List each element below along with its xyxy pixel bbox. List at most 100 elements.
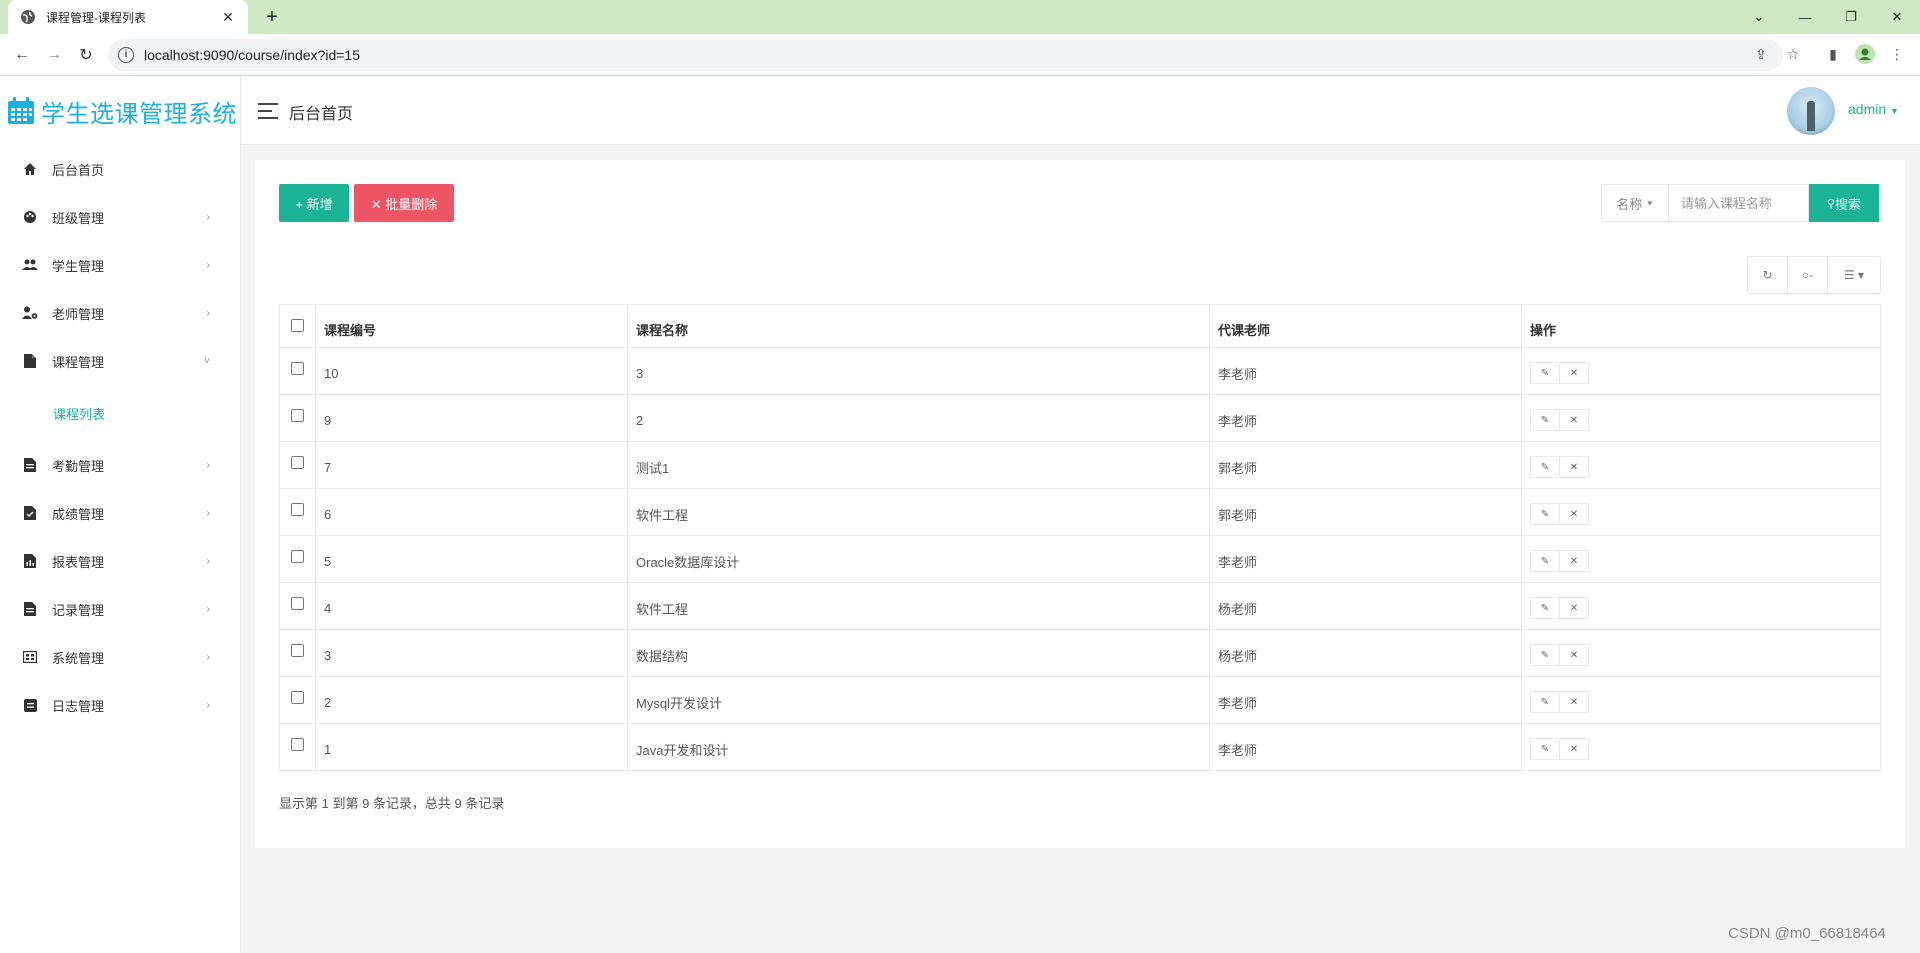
cell-id: 9	[315, 394, 628, 442]
cell-id: 2	[315, 676, 628, 724]
add-button[interactable]: + 新增	[279, 184, 349, 222]
row-checkbox[interactable]	[291, 738, 304, 751]
edit-icon[interactable]: ✎	[1530, 503, 1560, 525]
row-checkbox[interactable]	[291, 456, 304, 469]
batch-delete-button[interactable]: ✕ 批量删除	[354, 184, 454, 222]
share-icon[interactable]: ⇪	[1750, 43, 1772, 65]
minimize-icon[interactable]: —	[1782, 0, 1828, 34]
refresh-icon[interactable]: ↻	[1748, 257, 1788, 293]
sidebar-item-logs[interactable]: 日志管理 ›	[0, 681, 240, 729]
breadcrumb[interactable]: 后台首页	[289, 100, 353, 124]
profile-icon[interactable]	[1854, 43, 1876, 65]
table-tools: ↻ ○- ☰ ▾	[1747, 256, 1881, 294]
cell-name: 3	[627, 347, 1210, 395]
delete-icon[interactable]: ✕	[1559, 362, 1589, 384]
address-bar[interactable]: i localhost:9090/course/index?id=15	[108, 39, 1783, 71]
cell-id: 3	[315, 629, 628, 677]
row-checkbox-cell	[279, 629, 316, 677]
avatar[interactable]	[1787, 87, 1835, 135]
sidebar-item-system[interactable]: 系统管理 ›	[0, 633, 240, 681]
sidebar-item-attendance[interactable]: 考勤管理 ›	[0, 441, 240, 489]
tab-close-icon[interactable]: ✕	[220, 9, 236, 26]
select-all-cell	[279, 304, 316, 348]
sidebar-item-records[interactable]: 记录管理 ›	[0, 585, 240, 633]
delete-icon[interactable]: ✕	[1559, 503, 1589, 525]
window-close-icon[interactable]: ✕	[1874, 0, 1920, 34]
cell-actions: ✎ ✕	[1521, 347, 1881, 395]
tab-title: 课程管理-课程列表	[46, 10, 146, 25]
edit-icon[interactable]: ✎	[1530, 456, 1560, 478]
edit-icon[interactable]: ✎	[1530, 550, 1560, 572]
sidebar-subitem-course-list[interactable]: 课程列表	[0, 385, 240, 441]
sidebar-item-teacher[interactable]: 老师管理 ›	[0, 289, 240, 337]
edit-icon[interactable]: ✎	[1530, 362, 1560, 384]
table-row: 7 测试1 郭老师 ✎ ✕	[279, 441, 1881, 489]
browser-tab-strip: 课程管理-课程列表 ✕ + ⌄ — ❐ ✕	[0, 0, 1920, 34]
toggle-search-icon[interactable]: ○-	[1788, 257, 1828, 293]
cell-actions: ✎ ✕	[1521, 488, 1881, 536]
row-checkbox[interactable]	[291, 362, 304, 375]
restore-icon[interactable]: ❐	[1828, 0, 1874, 34]
side-panel-icon[interactable]: ▮	[1822, 43, 1844, 65]
app-header	[0, 77, 1920, 145]
edit-icon[interactable]: ✎	[1530, 409, 1560, 431]
new-tab-icon[interactable]: +	[260, 5, 284, 29]
chevron-right-icon: ›	[206, 259, 210, 271]
delete-icon[interactable]: ✕	[1559, 597, 1589, 619]
sidebar-item-label: 班级管理	[52, 210, 105, 226]
edit-icon[interactable]: ✎	[1530, 691, 1560, 713]
delete-icon[interactable]: ✕	[1559, 550, 1589, 572]
sidebar-item-class[interactable]: 班级管理 ›	[0, 193, 240, 241]
row-checkbox[interactable]	[291, 597, 304, 610]
file-icon	[22, 353, 38, 369]
user-menu[interactable]: admin ▼	[1848, 101, 1899, 117]
delete-icon[interactable]: ✕	[1559, 456, 1589, 478]
row-checkbox[interactable]	[291, 503, 304, 516]
delete-icon[interactable]: ✕	[1559, 644, 1589, 666]
col-course-id[interactable]: 课程编号	[315, 304, 628, 348]
row-checkbox-cell	[279, 394, 316, 442]
content-panel: + 新增 ✕ 批量删除 名称 ▼ ⚲搜索 ↻ ○- ☰ ▾ 课程编号 课程名称 …	[255, 160, 1905, 848]
cell-teacher: 李老师	[1209, 394, 1522, 442]
tab-search-icon[interactable]: ⌄	[1736, 0, 1782, 34]
site-info-icon[interactable]: i	[118, 47, 134, 63]
sidebar-item-home[interactable]: 后台首页	[0, 145, 240, 193]
delete-icon[interactable]: ✕	[1559, 691, 1589, 713]
bookmark-star-icon[interactable]: ☆	[1782, 43, 1804, 65]
edit-icon[interactable]: ✎	[1530, 644, 1560, 666]
row-checkbox[interactable]	[291, 691, 304, 704]
row-checkbox[interactable]	[291, 409, 304, 422]
browser-tab[interactable]: 课程管理-课程列表 ✕	[8, 0, 248, 34]
search-input[interactable]	[1669, 184, 1809, 222]
edit-icon[interactable]: ✎	[1530, 738, 1560, 760]
row-checkbox[interactable]	[291, 644, 304, 657]
cell-id: 6	[315, 488, 628, 536]
chevron-right-icon: ›	[206, 307, 210, 319]
sidebar-item-course[interactable]: 课程管理 ˅	[0, 337, 240, 385]
app-logo[interactable]: 学生选课管理系统	[6, 91, 237, 131]
select-all-checkbox[interactable]	[291, 319, 304, 332]
sidebar-item-reports[interactable]: 报表管理 ›	[0, 537, 240, 585]
columns-icon[interactable]: ☰ ▾	[1828, 257, 1880, 293]
back-icon[interactable]: ←	[10, 43, 34, 67]
table-row: 6 软件工程 郭老师 ✎ ✕	[279, 488, 1881, 536]
chevron-right-icon: ›	[206, 211, 210, 223]
cell-name: 软件工程	[627, 488, 1210, 536]
table-row: 5 Oracle数据库设计 李老师 ✎ ✕	[279, 535, 1881, 583]
sidebar-item-student[interactable]: 学生管理 ›	[0, 241, 240, 289]
sidebar-item-label: 老师管理	[52, 306, 105, 322]
row-checkbox[interactable]	[291, 550, 304, 563]
delete-icon[interactable]: ✕	[1559, 738, 1589, 760]
col-teacher[interactable]: 代课老师	[1209, 304, 1522, 348]
search-button[interactable]: ⚲ 搜索	[1809, 184, 1879, 222]
reload-icon[interactable]: ↻	[74, 43, 98, 67]
search-field-select[interactable]: 名称 ▼	[1601, 184, 1669, 222]
menu-toggle-icon[interactable]	[258, 103, 278, 119]
edit-icon[interactable]: ✎	[1530, 597, 1560, 619]
browser-menu-icon[interactable]: ⋮	[1886, 43, 1908, 65]
forward-icon[interactable]: →	[42, 43, 66, 67]
col-course-name[interactable]: 课程名称	[627, 304, 1210, 348]
sidebar-item-grades[interactable]: 成绩管理 ›	[0, 489, 240, 537]
delete-icon[interactable]: ✕	[1559, 409, 1589, 431]
cell-name: 测试1	[627, 441, 1210, 489]
